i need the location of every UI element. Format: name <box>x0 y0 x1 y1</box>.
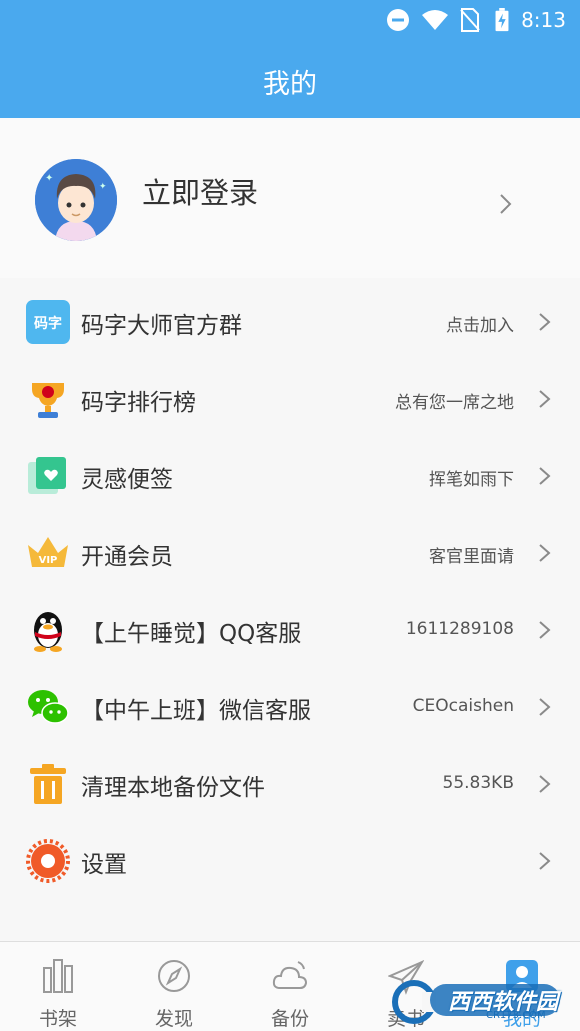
group-qr-icon: 码字 <box>26 300 70 344</box>
watermark-logo: 西西软件园 CR173.COM <box>386 976 562 1024</box>
menu-item-value: 挥笔如雨下 <box>429 470 514 490</box>
svg-text:码字: 码字 <box>34 315 62 332</box>
cloud-icon <box>272 961 308 989</box>
menu-item-settings[interactable]: 设置 <box>0 823 580 900</box>
tab-bookshelf[interactable]: 书架 <box>0 942 116 1031</box>
status-time: 8:13 <box>521 8 566 32</box>
menu-item-label: 码字大师官方群 <box>81 313 242 339</box>
menu-item-label: 设置 <box>81 852 127 878</box>
menu-item-value: 客官里面请 <box>429 547 514 567</box>
trophy-icon <box>32 383 64 418</box>
chevron-right-icon <box>539 467 551 485</box>
status-bar: 8:13 <box>0 0 580 40</box>
do-not-disturb-icon <box>387 9 409 31</box>
menu-item-value: 55.83KB <box>442 773 514 793</box>
page-title: 我的 <box>263 69 317 100</box>
no-sim-icon <box>460 8 480 32</box>
menu-item-inspiration-notes[interactable]: 灵感便签 挥笔如雨下 <box>0 438 580 515</box>
trash-icon <box>30 764 66 804</box>
menu-item-label: 【上午睡觉】QQ客服 <box>81 621 302 647</box>
avatar-cartoon-icon: ✦✦ <box>35 159 117 241</box>
menu-item-wechat-service[interactable]: 【中午上班】微信客服 CEOcaishen <box>0 669 580 746</box>
menu-item-label: 灵感便签 <box>81 467 173 493</box>
login-row[interactable]: ✦ ✦ 立即登录 <box>0 118 580 278</box>
svg-text:✦: ✦ <box>99 182 107 192</box>
app-bar: 我的 <box>0 40 580 118</box>
watermark-subtext: CR173.COM <box>486 1010 546 1021</box>
menu-item-qq-service[interactable]: 【上午睡觉】QQ客服 1611289108 <box>0 592 580 669</box>
svg-text:VIP: VIP <box>39 555 58 566</box>
qq-penguin-icon <box>34 612 62 652</box>
settings-gear-icon <box>26 839 70 883</box>
chevron-right-icon <box>539 313 551 331</box>
chevron-right-icon <box>539 390 551 408</box>
menu-item-label: 【中午上班】微信客服 <box>81 698 311 724</box>
wechat-icon <box>28 690 69 724</box>
menu-item-value: CEOcaishen <box>412 696 514 716</box>
menu-item-label: 开通会员 <box>81 544 173 570</box>
battery-charging-icon <box>495 8 509 32</box>
menu-item-label: 清理本地备份文件 <box>81 775 265 801</box>
compass-icon <box>158 960 190 992</box>
sticky-note-icon <box>28 457 66 494</box>
menu-item-value: 点击加入 <box>446 316 514 336</box>
login-label: 立即登录 <box>142 176 259 210</box>
bookshelf-icon <box>43 959 73 993</box>
tab-backup[interactable]: 备份 <box>232 942 348 1031</box>
menu-item-vip[interactable]: VIP 开通会员 客官里面请 <box>0 515 580 592</box>
chevron-right-icon <box>539 852 551 870</box>
svg-text:✦: ✦ <box>45 173 53 184</box>
chevron-right-icon <box>500 194 512 214</box>
tab-label: 发现 <box>154 1008 193 1030</box>
vip-crown-icon: VIP <box>28 537 68 567</box>
chevron-right-icon <box>539 621 551 639</box>
tab-discover[interactable]: 发现 <box>116 942 232 1031</box>
chevron-right-icon <box>539 698 551 716</box>
menu-item-clear-backup[interactable]: 清理本地备份文件 55.83KB <box>0 746 580 823</box>
menu-item-official-group[interactable]: 码字 码字大师官方群 点击加入 <box>0 284 580 361</box>
tab-label: 备份 <box>270 1008 309 1030</box>
tab-label: 书架 <box>38 1008 77 1030</box>
menu-item-ranking[interactable]: 码字排行榜 总有您一席之地 <box>0 361 580 438</box>
menu-item-label: 码字排行榜 <box>81 390 196 416</box>
avatar: ✦ ✦ <box>35 159 117 241</box>
menu-item-value: 1611289108 <box>405 619 514 639</box>
chevron-right-icon <box>539 775 551 793</box>
chevron-right-icon <box>539 544 551 562</box>
menu-item-value: 总有您一席之地 <box>395 393 514 413</box>
wifi-icon <box>422 10 448 30</box>
